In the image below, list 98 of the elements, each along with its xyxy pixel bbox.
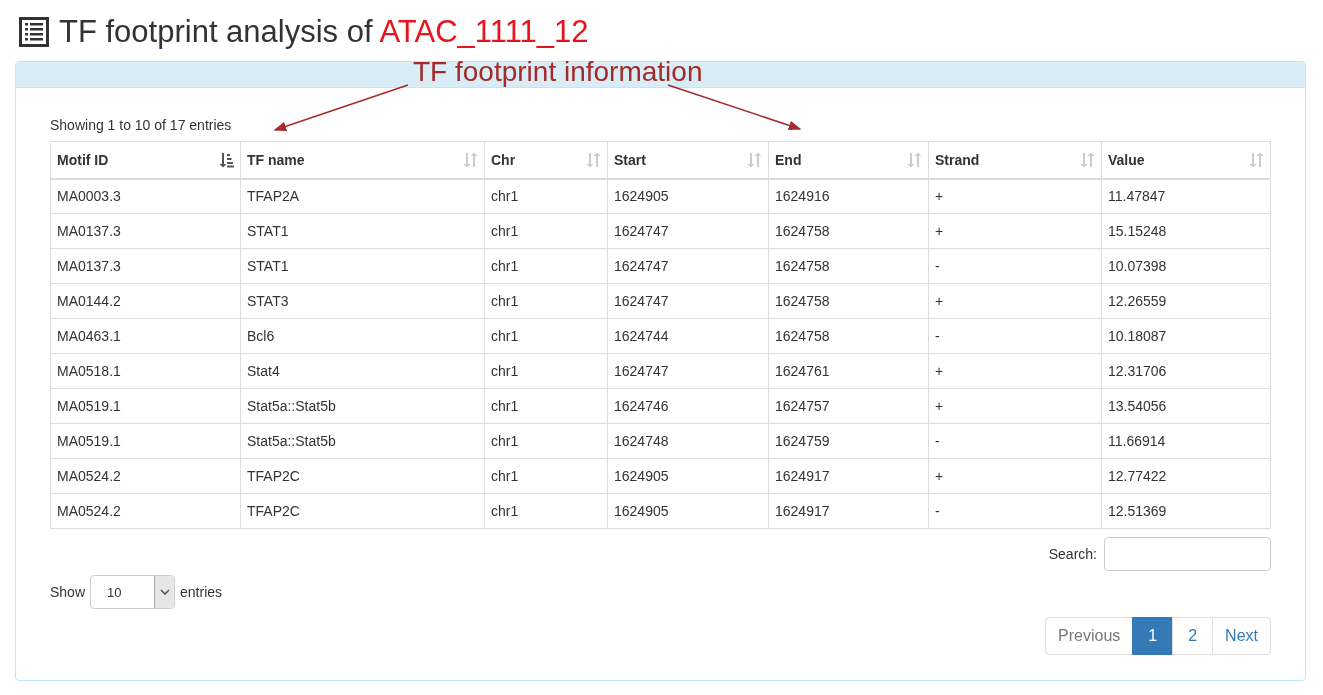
table-cell: 12.26559 — [1101, 283, 1271, 319]
table-cell: TFAP2C — [240, 458, 485, 494]
table-cell: 1624917 — [768, 493, 929, 529]
table-cell: - — [928, 318, 1102, 354]
table-cell: 12.77422 — [1101, 458, 1271, 494]
search-label: Search: — [1048, 546, 1097, 562]
table-cell: 1624747 — [607, 248, 769, 284]
table-cell: MA0524.2 — [50, 493, 241, 529]
column-header[interactable]: Motif ID — [50, 141, 241, 179]
column-header[interactable]: TF name — [240, 141, 485, 179]
table-cell: Bcl6 — [240, 318, 485, 354]
table-cell: 12.51369 — [1101, 493, 1271, 529]
column-header[interactable]: End — [768, 141, 929, 179]
table-cell: 1624905 — [607, 493, 769, 529]
column-header[interactable]: Start — [607, 141, 769, 179]
sort-ascending-icon[interactable] — [218, 151, 234, 168]
sort-icon[interactable] — [1079, 151, 1095, 168]
table-cell: chr1 — [484, 178, 608, 214]
pagination-nav-button[interactable]: Next — [1212, 617, 1271, 655]
table-cell: MA0524.2 — [50, 458, 241, 494]
caret-icon — [159, 589, 170, 595]
table-cell: 1624758 — [768, 213, 929, 249]
table-cell: 1624746 — [607, 388, 769, 424]
table-cell: MA0003.3 — [50, 178, 241, 214]
entries-info: Showing 1 to 10 of 17 entries — [50, 117, 232, 133]
table-cell: 15.15248 — [1101, 213, 1271, 249]
table-cell: MA0144.2 — [50, 283, 241, 319]
sort-icon[interactable] — [1248, 151, 1264, 168]
table-cell: 1624761 — [768, 353, 929, 389]
table-cell: MA0518.1 — [50, 353, 241, 389]
show-label: Show — [50, 584, 86, 600]
table-cell: 11.66914 — [1101, 423, 1271, 459]
table-cell: 1624744 — [607, 318, 769, 354]
table-cell: 1624747 — [607, 213, 769, 249]
table-cell: 13.54056 — [1101, 388, 1271, 424]
table-cell: 1624758 — [768, 318, 929, 354]
table-cell: 1624758 — [768, 248, 929, 284]
table-cell: 12.31706 — [1101, 353, 1271, 389]
table-cell: 11.47847 — [1101, 178, 1271, 214]
table-cell: Stat5a::Stat5b — [240, 423, 485, 459]
entries-label: entries — [180, 584, 223, 600]
table-cell: STAT1 — [240, 248, 485, 284]
column-header[interactable]: Value — [1101, 141, 1271, 179]
column-header[interactable]: Chr — [484, 141, 608, 179]
table-cell: Stat4 — [240, 353, 485, 389]
table-cell: chr1 — [484, 423, 608, 459]
table-cell: MA0463.1 — [50, 318, 241, 354]
table-cell: MA0519.1 — [50, 388, 241, 424]
table-cell: chr1 — [484, 213, 608, 249]
table-cell: 10.07398 — [1101, 248, 1271, 284]
table-cell: chr1 — [484, 283, 608, 319]
table-cell: 1624916 — [768, 178, 929, 214]
table-cell: + — [928, 388, 1102, 424]
column-header[interactable]: Strand — [928, 141, 1102, 179]
table-cell: 10.18087 — [1101, 318, 1271, 354]
table-cell: + — [928, 283, 1102, 319]
annotation-label: TF footprint information — [413, 56, 703, 88]
table-cell: chr1 — [484, 493, 608, 529]
table-cell: 1624758 — [768, 283, 929, 319]
table-cell: - — [928, 493, 1102, 529]
page-title: TF footprint analysis of ATAC_1111_12 — [59, 14, 589, 50]
page-button[interactable]: 1 — [1132, 617, 1174, 655]
table-cell: MA0137.3 — [50, 213, 241, 249]
table-cell: STAT1 — [240, 213, 485, 249]
table-cell: 1624759 — [768, 423, 929, 459]
table-cell: MA0137.3 — [50, 248, 241, 284]
table-cell: Stat5a::Stat5b — [240, 388, 485, 424]
table-cell: 1624747 — [607, 353, 769, 389]
table-cell: TFAP2C — [240, 493, 485, 529]
table-cell: TFAP2A — [240, 178, 485, 214]
table-cell: 1624757 — [768, 388, 929, 424]
table-cell: + — [928, 213, 1102, 249]
table-cell: 1624917 — [768, 458, 929, 494]
sort-icon[interactable] — [906, 151, 922, 168]
table-cell: + — [928, 178, 1102, 214]
search-field[interactable] — [1104, 537, 1271, 571]
table-cell: chr1 — [484, 248, 608, 284]
table-cell: chr1 — [484, 353, 608, 389]
table-cell: + — [928, 458, 1102, 494]
page-button[interactable]: 2 — [1172, 617, 1214, 655]
page-length-select[interactable]: 10 — [90, 575, 176, 609]
table-cell: chr1 — [484, 388, 608, 424]
sort-icon[interactable] — [746, 151, 762, 168]
table-cell: MA0519.1 — [50, 423, 241, 459]
table-cell: 1624905 — [607, 458, 769, 494]
sort-icon[interactable] — [462, 151, 478, 168]
table-cell: - — [928, 423, 1102, 459]
table-cell: chr1 — [484, 458, 608, 494]
table-cell: chr1 — [484, 318, 608, 354]
pagination-nav-button[interactable]: Previous — [1045, 617, 1134, 655]
table-cell: STAT3 — [240, 283, 485, 319]
list-icon — [19, 17, 49, 47]
table-cell: 1624747 — [607, 283, 769, 319]
sort-icon[interactable] — [585, 151, 601, 168]
table-cell: 1624905 — [607, 178, 769, 214]
table-cell: + — [928, 353, 1102, 389]
table-cell: - — [928, 248, 1102, 284]
table-cell: 1624748 — [607, 423, 769, 459]
